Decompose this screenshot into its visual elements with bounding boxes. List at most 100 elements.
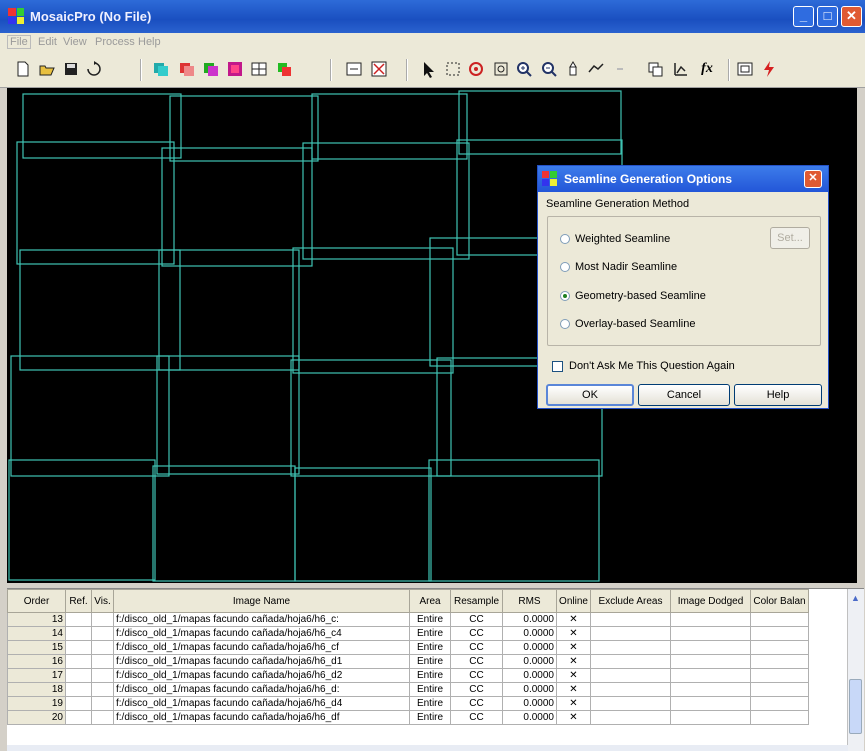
grid-icon[interactable] — [250, 60, 268, 78]
area-cell: Entire — [409, 682, 451, 697]
table-row[interactable]: 13 f:/disco_old_1/mapas facundo cañada/h… — [7, 612, 809, 627]
option-geometry-based-seamline[interactable]: Geometry-based Seamline — [560, 290, 706, 302]
vertical-scrollbar[interactable]: ▲ — [847, 589, 864, 751]
option-weighted-seamline[interactable]: Weighted Seamline — [560, 233, 670, 245]
checkbox-label: Don't Ask Me This Question Again — [569, 360, 735, 372]
vis-cell[interactable] — [91, 682, 114, 697]
order-cell: 17 — [7, 668, 66, 683]
option-most-nadir-seamline[interactable]: Most Nadir Seamline — [560, 261, 677, 273]
vis-cell[interactable] — [91, 612, 114, 627]
menu-view[interactable]: View — [63, 36, 87, 48]
column-header[interactable]: RMS — [502, 589, 557, 613]
select-arrow-icon[interactable] — [420, 60, 438, 78]
menu-file[interactable]: File — [7, 35, 31, 49]
image-stack-icon[interactable] — [202, 60, 220, 78]
column-header[interactable]: Vis. — [91, 589, 114, 613]
pan-icon[interactable] — [564, 60, 582, 78]
footprint — [169, 95, 319, 162]
toolbar: fx — [0, 53, 865, 88]
new-icon[interactable] — [14, 60, 32, 78]
ok-button[interactable]: OK — [546, 384, 634, 406]
column-header[interactable]: Color Balan — [750, 589, 809, 613]
scroll-thumb[interactable] — [849, 679, 862, 734]
dialog-close-button[interactable]: ✕ — [804, 170, 822, 188]
open-icon[interactable] — [38, 60, 56, 78]
checkbox[interactable] — [552, 360, 563, 372]
table-row[interactable]: 14 f:/disco_old_1/mapas facundo cañada/h… — [7, 626, 809, 641]
table-header: Order Ref. Vis. Image Name Area Resample… — [7, 589, 809, 613]
menu-edit[interactable]: Edit — [38, 36, 57, 48]
minimize-button[interactable]: _ — [793, 6, 814, 27]
rms-cell: 0.0000 — [502, 640, 557, 655]
table-row[interactable]: 18 f:/disco_old_1/mapas facundo cañada/h… — [7, 682, 809, 697]
vis-cell[interactable] — [91, 668, 114, 683]
layers-icon[interactable] — [275, 60, 293, 78]
online-cell: ✕ — [556, 682, 591, 697]
radio-button[interactable] — [560, 234, 570, 244]
ref-cell[interactable] — [65, 682, 92, 697]
image-name-cell: f:/disco_old_1/mapas facundo cañada/hoja… — [113, 710, 410, 725]
help-button[interactable]: Help — [734, 384, 822, 406]
close-button[interactable]: ✕ — [841, 6, 862, 27]
draw-icon[interactable] — [587, 60, 605, 78]
column-header[interactable]: Online — [556, 589, 591, 613]
save-icon[interactable] — [62, 60, 80, 78]
image-list-icon[interactable] — [152, 60, 170, 78]
column-header[interactable]: Area — [409, 589, 451, 613]
vis-cell[interactable] — [91, 654, 114, 669]
properties-icon[interactable] — [646, 60, 664, 78]
ref-cell[interactable] — [65, 696, 92, 711]
column-header[interactable]: Ref. — [65, 589, 92, 613]
menu-process[interactable]: Process — [95, 36, 135, 48]
exclude-areas-cell — [590, 696, 671, 711]
rectangle-select-icon[interactable] — [444, 60, 462, 78]
table-row[interactable]: 17 f:/disco_old_1/mapas facundo cañada/h… — [7, 668, 809, 683]
table-row[interactable]: 19 f:/disco_old_1/mapas facundo cañada/h… — [7, 696, 809, 711]
function-icon[interactable]: fx — [696, 60, 718, 78]
column-header[interactable]: Image Dodged — [670, 589, 751, 613]
radio-button-selected[interactable] — [560, 291, 570, 301]
ref-cell[interactable] — [65, 612, 92, 627]
scroll-up-icon[interactable]: ▲ — [851, 593, 860, 603]
export-icon[interactable] — [85, 60, 103, 78]
vis-cell[interactable] — [91, 710, 114, 725]
table-row[interactable]: 16 f:/disco_old_1/mapas facundo cañada/h… — [7, 654, 809, 669]
column-header[interactable]: Image Name — [113, 589, 410, 613]
cancel-button[interactable]: Cancel — [638, 384, 730, 406]
color-correction-icon[interactable] — [226, 60, 244, 78]
ref-cell[interactable] — [65, 626, 92, 641]
option-overlay-based-seamline[interactable]: Overlay-based Seamline — [560, 318, 695, 330]
vis-cell[interactable] — [91, 640, 114, 655]
output-icon[interactable] — [736, 60, 754, 78]
horizontal-scrollbar[interactable] — [7, 745, 848, 751]
radio-button[interactable] — [560, 319, 570, 329]
undo-icon[interactable] — [611, 60, 629, 78]
vis-cell[interactable] — [91, 626, 114, 641]
ref-cell[interactable] — [65, 710, 92, 725]
maximize-button[interactable]: □ — [817, 6, 838, 27]
run-icon[interactable] — [760, 60, 778, 78]
chart-icon[interactable] — [672, 60, 690, 78]
table-row[interactable]: 15 f:/disco_old_1/mapas facundo cañada/h… — [7, 640, 809, 655]
table-row[interactable]: 20 f:/disco_old_1/mapas facundo cañada/h… — [7, 710, 809, 725]
menu-help[interactable]: Help — [138, 36, 161, 48]
target-icon[interactable] — [467, 60, 485, 78]
ref-cell[interactable] — [65, 668, 92, 683]
ref-cell[interactable] — [65, 640, 92, 655]
footprint — [302, 142, 470, 260]
clear-icon[interactable] — [370, 60, 388, 78]
column-header[interactable]: Resample — [450, 589, 503, 613]
set-button[interactable]: Set... — [770, 227, 810, 249]
online-cell: ✕ — [556, 626, 591, 641]
fit-icon[interactable] — [492, 60, 510, 78]
ref-cell[interactable] — [65, 654, 92, 669]
zoom-out-icon[interactable] — [540, 60, 558, 78]
window-icon[interactable] — [345, 60, 363, 78]
column-header[interactable]: Exclude Areas — [590, 589, 671, 613]
radio-button[interactable] — [560, 262, 570, 272]
column-header[interactable]: Order — [7, 589, 66, 613]
vis-cell[interactable] — [91, 696, 114, 711]
dont-ask-again-checkbox[interactable]: Don't Ask Me This Question Again — [552, 360, 735, 372]
zoom-in-icon[interactable] — [515, 60, 533, 78]
add-images-icon[interactable] — [178, 60, 196, 78]
